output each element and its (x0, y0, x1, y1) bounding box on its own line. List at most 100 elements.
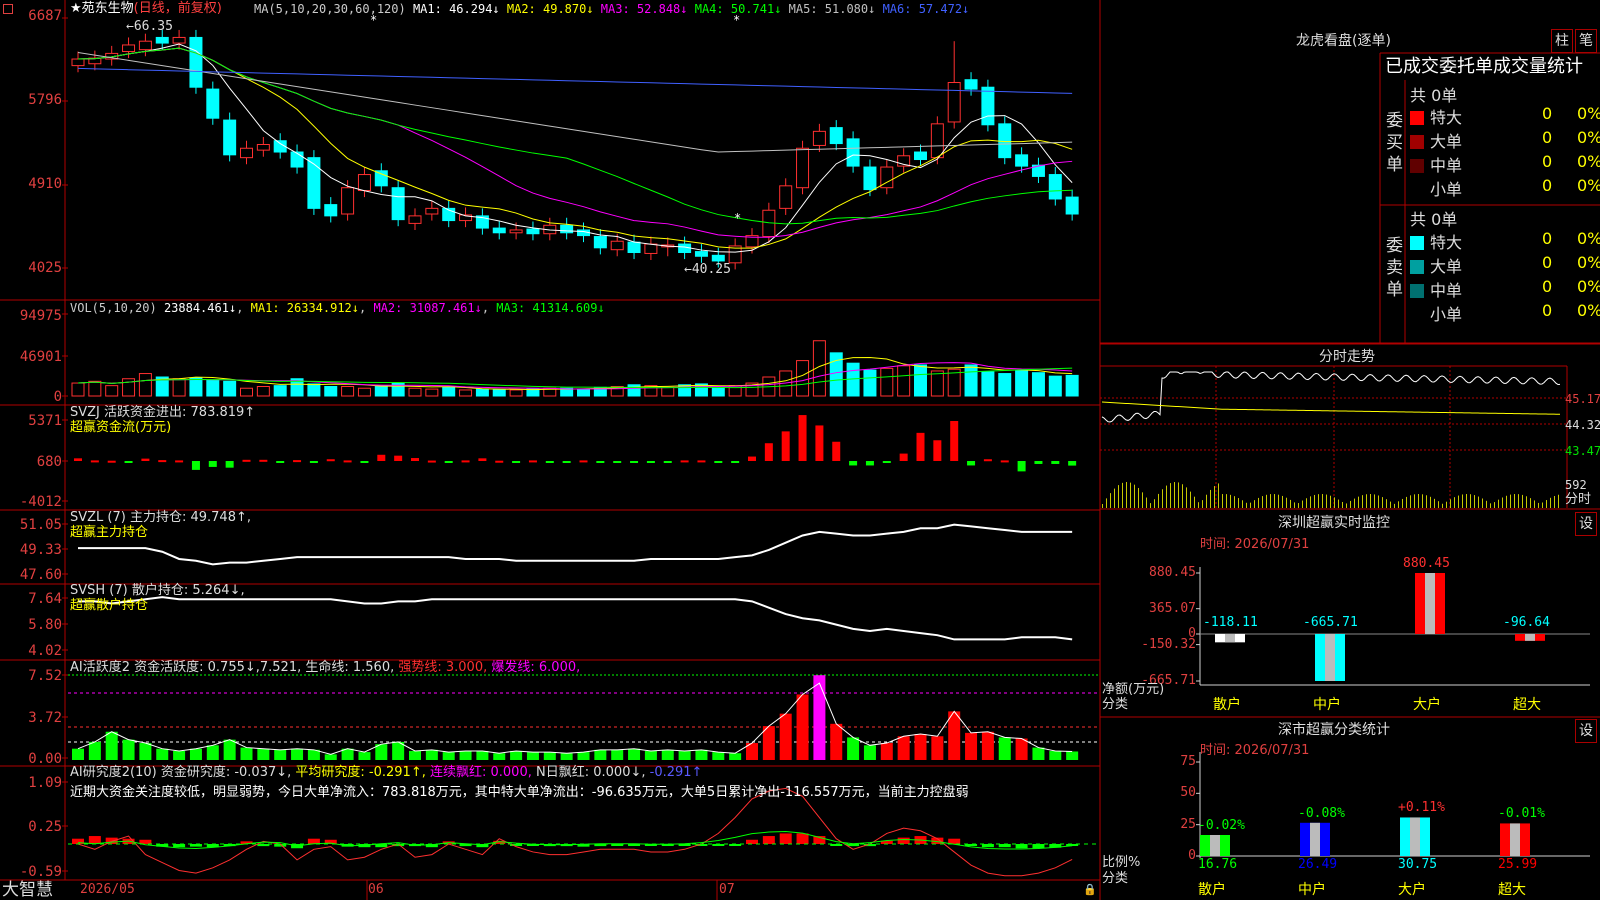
ai1-bar (358, 752, 371, 760)
ai1-bar (729, 753, 742, 760)
buy-name: 特大 (1430, 108, 1463, 127)
svzj-bar (360, 461, 369, 463)
svzj-bar (764, 443, 773, 461)
date-label-3: 07 (719, 882, 735, 897)
ai2-red-line (77, 787, 1073, 877)
intraday-vol-bar (1538, 502, 1539, 508)
svzj-bar (663, 461, 672, 463)
price-axis-2: 5796 (28, 92, 62, 108)
buy-percent: 0% (1577, 176, 1600, 195)
svsh-label: SVSH (7) 散户持仓: 5.264↓, (70, 583, 245, 598)
ai1-bar (274, 749, 287, 760)
svzj-bar (141, 458, 150, 461)
candle-body (1065, 196, 1079, 215)
ai1-bar (998, 737, 1011, 760)
sell-percent: 0% (1577, 253, 1600, 272)
class-value-label: 26.49 (1298, 857, 1338, 872)
class-axis-label: 0 (1188, 848, 1196, 863)
intraday-vol-bar (1406, 496, 1407, 508)
intraday-vol-bar (1426, 495, 1427, 508)
ma-item-3: MA3: 52.848↓ (593, 2, 688, 16)
candle-body (644, 243, 658, 254)
monitor-axis-label: -150.32 (1141, 636, 1196, 652)
class-xlabel: 分类 (1102, 871, 1129, 886)
volume-bar (240, 387, 253, 397)
intraday-vol-bar (1530, 498, 1531, 508)
ai1-bar (543, 752, 556, 760)
volume-bar (998, 373, 1012, 397)
svzj-bar (326, 459, 335, 462)
ma-item-6: MA6: 57.472↓ (875, 2, 970, 16)
svzj-bar (495, 460, 504, 463)
class-axis-label: 50 (1180, 785, 1196, 801)
monitor-category-label: 中户 (1313, 697, 1341, 713)
svzj-bar (309, 461, 318, 463)
svzj-bar (849, 461, 858, 466)
ai1-bar (1015, 738, 1028, 760)
intraday-vol-bar (1206, 494, 1207, 508)
lock-icon[interactable]: 🔒 (1083, 883, 1097, 897)
intraday-vol-bar (1330, 495, 1331, 508)
svzj-bar (613, 461, 622, 463)
svsh-axis-3: 4.02 (28, 643, 62, 659)
ma-item-1: MA1: 46.294↓ (412, 2, 500, 16)
intraday-vol-bar (1494, 502, 1495, 508)
ai1-bar (981, 731, 994, 760)
intraday-vol-bar (1346, 503, 1347, 508)
column-view-button[interactable]: 柱 (1551, 29, 1573, 53)
intraday-vol-bar (1302, 500, 1303, 508)
svzl-axis-1: 51.05 (19, 517, 62, 533)
candle-body (796, 147, 810, 189)
buy-count: 0 (1542, 152, 1553, 171)
volume-bar (964, 364, 978, 397)
buy-name: 大单 (1430, 132, 1463, 151)
svzj-sub: 超赢资金流(万元) (70, 420, 172, 435)
buy-total: 共 0单 (1410, 86, 1458, 105)
svzj-axis-2: 680 (36, 454, 62, 470)
svsh-axis-2: 5.80 (28, 617, 62, 633)
monitor-value-label: -665.71 (1303, 615, 1358, 630)
candle-body (779, 185, 793, 209)
brand-logo[interactable]: 大智慧 (2, 880, 53, 900)
class-bar-highlight (1310, 822, 1320, 856)
ai1-bar (779, 713, 792, 760)
tick-view-button[interactable]: 笔 (1575, 29, 1597, 53)
candle-body (846, 138, 860, 167)
svzl-line (78, 523, 1073, 566)
ai2-tail: -0.291↑ (649, 765, 703, 780)
ai1-bar (796, 694, 809, 760)
intraday-vol-bar (1306, 498, 1307, 508)
intraday-vol-bar (1334, 497, 1335, 508)
volume-bar (189, 377, 203, 397)
ai2-bar (762, 836, 775, 844)
candle-body (914, 151, 927, 161)
monitor-settings-button[interactable]: 设 (1575, 512, 1597, 536)
svsh-sub: 超赢散户持仓 (70, 598, 149, 613)
ai1-bar (712, 752, 725, 760)
buy-row: 特大 (1410, 104, 1462, 128)
buy-side-label: 委买单 (1386, 111, 1403, 175)
class-settings-button[interactable]: 设 (1575, 719, 1597, 743)
candle-body (930, 123, 944, 159)
buy-row: 小单 (1410, 176, 1462, 200)
svzj-bar (950, 421, 959, 461)
class-bar-highlight (1210, 834, 1220, 856)
svzj-bar (832, 441, 841, 461)
ai1-bar (830, 723, 843, 760)
ai1-bar (678, 750, 691, 760)
intraday-vol-bar (1402, 498, 1403, 508)
intraday-vol-label: 分时 (1565, 492, 1592, 507)
volume-bar (71, 382, 85, 397)
ai2-axis-2: 0.25 (28, 819, 62, 835)
intraday-vol-bar (1546, 500, 1547, 508)
class-category-label: 超大 (1498, 882, 1526, 898)
svzj-bar (528, 460, 537, 463)
svzj-bar (478, 458, 487, 461)
intraday-avg-line (1101, 401, 1561, 415)
svzj-bar (731, 461, 740, 463)
sell-percent: 0% (1577, 229, 1600, 248)
candle-body (408, 215, 422, 224)
svzj-bar (967, 461, 976, 466)
sell-swatch (1410, 308, 1424, 322)
intraday-vol-bar (1238, 498, 1239, 508)
